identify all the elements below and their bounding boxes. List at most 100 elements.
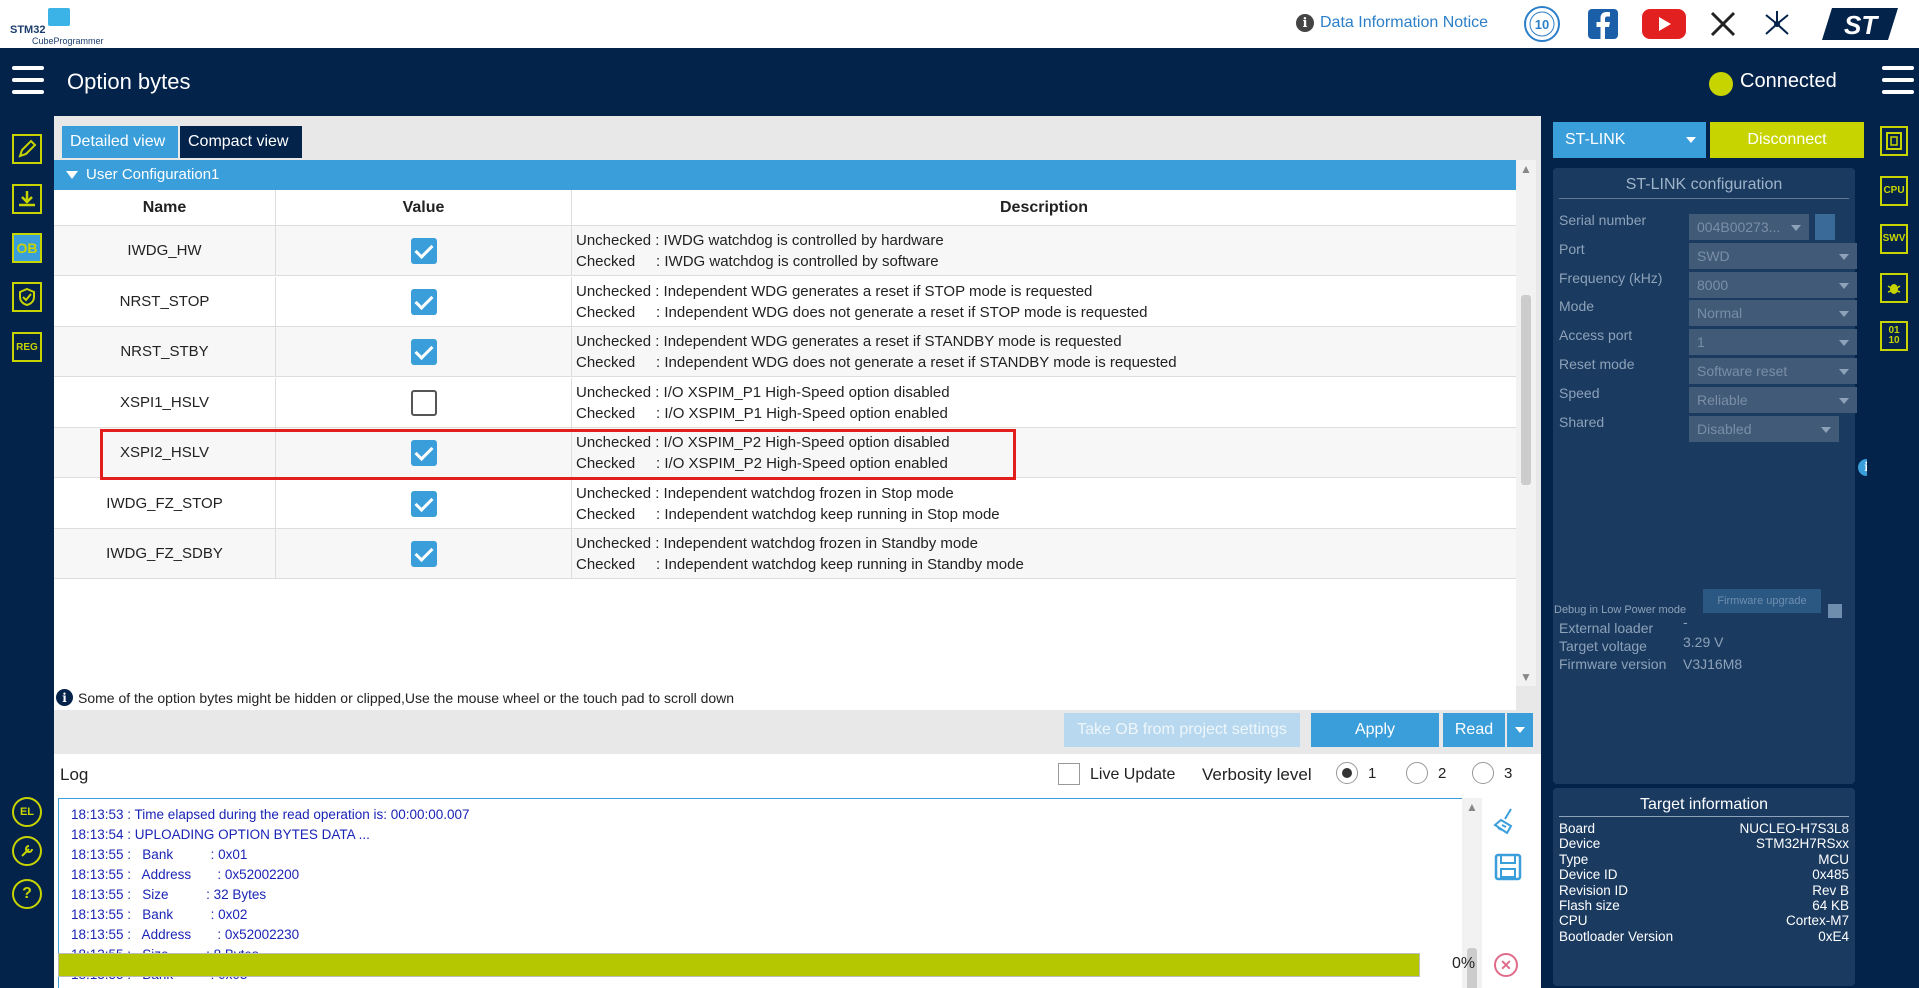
log-title: Log xyxy=(60,765,89,784)
ob-label: OB xyxy=(16,240,38,256)
left-sidebar: OB REG EL ? xyxy=(0,116,54,988)
firmware-upgrade-button[interactable]: Firmware upgrade xyxy=(1703,589,1821,613)
hint-text: Some of the option bytes might be hidden… xyxy=(78,690,735,706)
disconnect-button[interactable]: Disconnect xyxy=(1710,122,1864,158)
tab-detailed-view[interactable]: Detailed view xyxy=(62,126,178,158)
external-loader-icon[interactable]: EL xyxy=(12,797,42,827)
scroll-up-icon[interactable]: ▲ xyxy=(1520,162,1532,176)
option-checkbox[interactable] xyxy=(411,339,437,365)
chip-icon[interactable] xyxy=(1880,126,1908,156)
cfg-field-select[interactable]: Disabled xyxy=(1689,415,1839,442)
description-unchecked: Unchecked : Independent watchdog frozen … xyxy=(576,484,954,502)
download-icon[interactable] xyxy=(12,184,42,214)
target-info-value: NUCLEO-H7S3L8 xyxy=(1739,821,1849,836)
logo-line2: CubeProgrammer xyxy=(32,36,104,46)
column-description: Description xyxy=(999,199,1088,216)
target-voltage-value: 3.29 V xyxy=(1683,634,1724,650)
save-log-icon[interactable] xyxy=(1491,850,1525,884)
live-update-checkbox[interactable] xyxy=(1058,763,1080,785)
verbosity-radio-3[interactable] xyxy=(1472,762,1494,784)
take-ob-from-project-button[interactable]: Take OB from project settings xyxy=(1064,713,1300,747)
scroll-down-icon[interactable]: ▼ xyxy=(1520,670,1532,684)
target-info-value: 0xE4 xyxy=(1818,928,1849,944)
option-description: Unchecked : IWDG watchdog is controlled … xyxy=(576,230,1506,272)
info-icon: i xyxy=(56,689,73,706)
read-button[interactable]: Read xyxy=(1443,713,1505,747)
option-name: IWDG_HW xyxy=(54,226,276,276)
option-checkbox[interactable] xyxy=(411,238,437,264)
verbosity-radio-2[interactable] xyxy=(1406,762,1428,784)
facebook-icon[interactable] xyxy=(1588,6,1618,42)
data-notice-label: Data Information Notice xyxy=(1320,14,1489,31)
cfg-field-select[interactable]: 8000 xyxy=(1689,271,1857,298)
st-logo-icon[interactable]: ST xyxy=(1818,6,1900,42)
scrollbar-thumb[interactable] xyxy=(1521,295,1531,485)
tab-compact-view[interactable]: Compact view xyxy=(180,126,302,158)
swv-icon[interactable]: SWV xyxy=(1880,224,1908,254)
table-row: IWDG_HW Unchecked : IWDG watchdog is cont… xyxy=(54,226,1516,276)
cfg-field-select[interactable]: SWD xyxy=(1689,242,1857,269)
cfg-field-select[interactable]: Software reset xyxy=(1689,358,1857,384)
cfg-field-select[interactable]: 1 xyxy=(1689,329,1857,356)
data-information-notice-link[interactable]: i Data Information Notice xyxy=(1296,14,1488,32)
target-info-key: Board xyxy=(1559,821,1596,836)
section-user-configuration[interactable]: User Configuration1 xyxy=(54,160,1516,190)
10-years-badge-icon[interactable]: 10 xyxy=(1522,6,1562,42)
menu-icon[interactable] xyxy=(12,66,44,94)
option-checkbox[interactable] xyxy=(411,288,437,315)
cfg-field-label: Access port xyxy=(1559,327,1633,344)
help-icon[interactable]: ? xyxy=(12,879,42,909)
live-update-label: Live Update xyxy=(1090,766,1176,783)
stm32cubeprogrammer-logo: STM32 CubeProgrammer xyxy=(8,8,118,46)
option-checkbox[interactable] xyxy=(411,490,437,517)
option-checkbox[interactable] xyxy=(411,541,437,567)
table-row: XSPI1_HSLV Unchecked : I/O XSPIM_P1 High-… xyxy=(54,377,1516,428)
right-menu-icon[interactable] xyxy=(1882,66,1914,94)
apply-button[interactable]: Apply xyxy=(1311,713,1439,747)
log-line: 18:13:53 : Time elapsed during the read … xyxy=(71,807,470,822)
target-info-key: Device xyxy=(1559,836,1601,852)
option-description: Unchecked : Independent watchdog frozen … xyxy=(576,533,1506,575)
cfg-field-label: Serial number xyxy=(1559,212,1647,228)
scroll-up-icon[interactable]: ▲ xyxy=(1466,800,1478,814)
debug-low-power-checkbox[interactable] xyxy=(1828,604,1842,618)
binary-icon[interactable]: 01 10 xyxy=(1880,321,1908,351)
option-value-cell xyxy=(276,276,572,327)
probe-interface-select[interactable]: ST-LINK xyxy=(1553,122,1706,158)
shield-icon[interactable] xyxy=(12,282,42,312)
verbosity-option-3: 3 xyxy=(1504,765,1513,782)
column-name: Name xyxy=(54,190,276,226)
youtube-icon[interactable] xyxy=(1642,6,1686,42)
log-line: 18:13:55 : Bank : 0x02 xyxy=(71,907,248,922)
memory-editing-icon[interactable] xyxy=(12,134,42,164)
target-info-key: Revision ID xyxy=(1559,882,1629,898)
table-row: NRST_STBY Unchecked : Independent WDG gen… xyxy=(54,327,1516,377)
target-voltage-label: Target voltage xyxy=(1559,638,1647,654)
cancel-icon[interactable]: ✕ xyxy=(1494,953,1518,977)
network-icon[interactable] xyxy=(1762,6,1792,42)
firmware-version-label: Firmware version xyxy=(1559,656,1667,672)
option-checkbox[interactable] xyxy=(411,389,437,416)
refresh-serial-icon[interactable] xyxy=(1815,214,1835,240)
wrench-icon[interactable] xyxy=(12,836,42,866)
cpu-icon[interactable]: CPU xyxy=(1880,176,1908,206)
log-line: 18:13:55 : Bank : 0x01 xyxy=(71,847,248,862)
table-scrollbar[interactable]: ▲ ▼ xyxy=(1516,160,1536,686)
x-icon[interactable] xyxy=(1708,6,1738,42)
cfg-field-select[interactable]: 004B00273... xyxy=(1689,214,1809,240)
external-loader-value: - xyxy=(1683,614,1688,630)
clear-log-icon[interactable] xyxy=(1491,804,1525,838)
description-checked: Checked : I/O XSPIM_P1 High-Speed option… xyxy=(576,404,948,422)
progress-bar xyxy=(58,953,1420,977)
registers-icon[interactable]: REG xyxy=(12,332,42,362)
swv-label: SWV xyxy=(1882,233,1906,244)
option-bytes-icon[interactable]: OB xyxy=(12,233,42,263)
cfg-field-select[interactable]: Reliable xyxy=(1689,386,1857,413)
cfg-field-select[interactable]: Normal xyxy=(1689,300,1857,327)
table-row: NRST_STOP Unchecked : Independent WDG gen… xyxy=(54,276,1516,327)
verbosity-radio-1[interactable] xyxy=(1336,762,1358,784)
cpu-label: CPU xyxy=(1883,185,1905,196)
read-dropdown-icon[interactable] xyxy=(1507,713,1533,747)
bug-icon[interactable] xyxy=(1880,273,1908,303)
verbosity-option-2: 2 xyxy=(1438,765,1447,782)
